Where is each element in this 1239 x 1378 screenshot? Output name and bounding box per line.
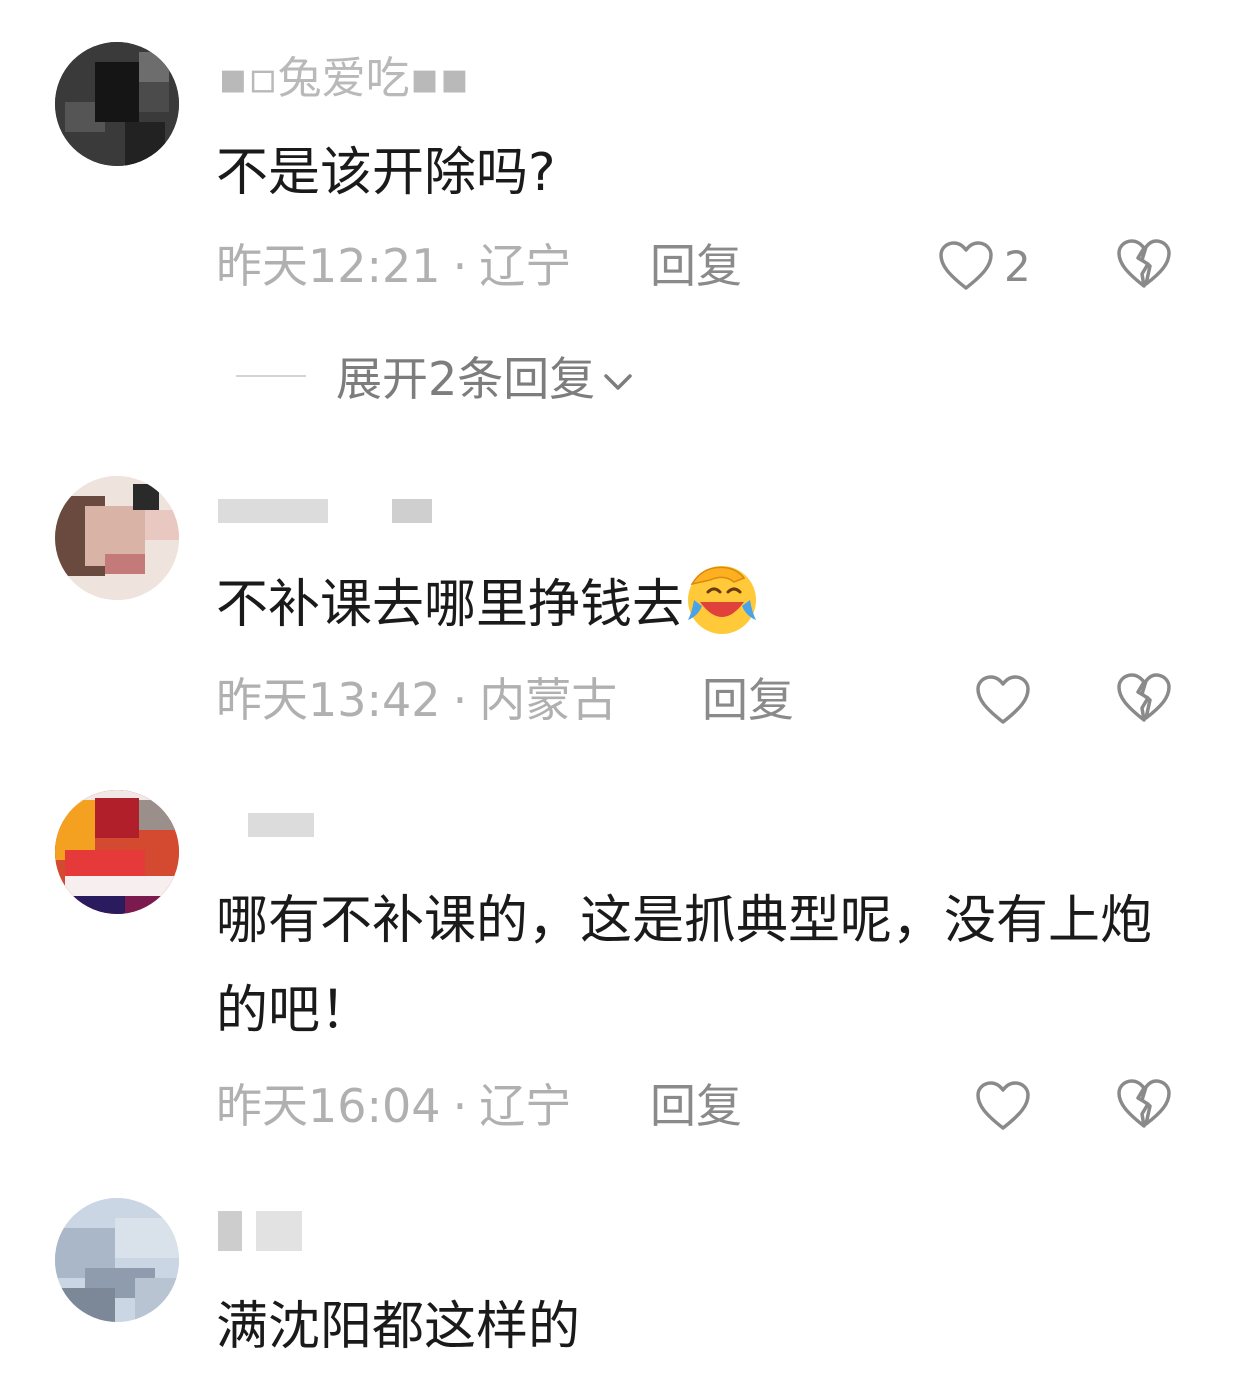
username-blurred	[392, 499, 432, 523]
reply-button[interactable]: 回复	[702, 670, 794, 730]
username[interactable]	[218, 800, 314, 846]
reply-button[interactable]: 回复	[650, 1076, 742, 1136]
like-button[interactable]	[975, 670, 1031, 730]
username-text: ▪▫兔爱吃▪▪	[218, 53, 470, 104]
comment-meta: 昨天16:04 · 辽宁	[216, 1076, 571, 1136]
username[interactable]	[218, 1206, 302, 1252]
comment-text: 不是该开除吗?	[216, 143, 556, 203]
username-blurred	[218, 499, 328, 523]
chevron-down-icon	[603, 349, 633, 403]
broken-heart-icon	[1116, 672, 1172, 724]
avatar[interactable]	[55, 790, 179, 914]
comment-location: 内蒙古	[479, 673, 618, 727]
separator: ·	[452, 239, 468, 293]
username[interactable]	[218, 486, 432, 532]
heart-icon	[975, 1080, 1031, 1132]
comment-location: 辽宁	[479, 239, 572, 293]
separator: ·	[452, 1079, 468, 1133]
dislike-button[interactable]	[1116, 672, 1172, 728]
dislike-button[interactable]	[1116, 1078, 1172, 1134]
broken-heart-icon	[1116, 1078, 1172, 1130]
expand-divider	[236, 375, 306, 377]
like-button[interactable]: 2	[938, 236, 1031, 296]
comment-meta: 昨天12:21 · 辽宁	[216, 236, 571, 296]
username-blurred	[248, 813, 314, 837]
dislike-button[interactable]	[1116, 238, 1172, 294]
separator: ·	[452, 673, 468, 727]
avatar[interactable]	[55, 476, 179, 600]
expand-replies-label: 展开2条回复	[336, 352, 596, 406]
like-count: 2	[1004, 241, 1031, 291]
comment-text: 满沈阳都这样的	[216, 1297, 581, 1357]
expand-replies-button[interactable]: 展开2条回复	[236, 346, 633, 406]
comment-meta: 昨天13:42 · 内蒙古	[216, 670, 617, 730]
broken-heart-icon	[1116, 238, 1172, 290]
comment-text: 不补课去哪里挣钱去	[216, 560, 1196, 650]
username-blurred	[218, 1211, 242, 1251]
reply-button[interactable]: 回复	[650, 236, 742, 296]
like-button[interactable]	[975, 1076, 1031, 1136]
heart-icon	[938, 240, 994, 292]
comment-text: 哪有不补课的，这是抓典型呢，没有上炮的吧！	[216, 891, 1153, 1041]
comment-time: 昨天13:42	[216, 673, 441, 727]
avatar[interactable]	[55, 1198, 179, 1322]
comment-location: 辽宁	[479, 1079, 572, 1133]
comment-list: ▪▫兔爱吃▪▪ 不是该开除吗? 昨天12:21·辽宁 回复 2 展开2条回复	[0, 0, 1239, 1378]
avatar[interactable]	[55, 42, 179, 166]
username[interactable]: ▪▫兔爱吃▪▪	[218, 56, 469, 102]
heart-icon	[975, 674, 1031, 726]
facepalm-laughing-emoji-icon	[684, 560, 760, 636]
username-blurred	[256, 1211, 302, 1251]
comment-time: 昨天16:04	[216, 1079, 441, 1133]
comment-time: 昨天12:21	[216, 239, 441, 293]
